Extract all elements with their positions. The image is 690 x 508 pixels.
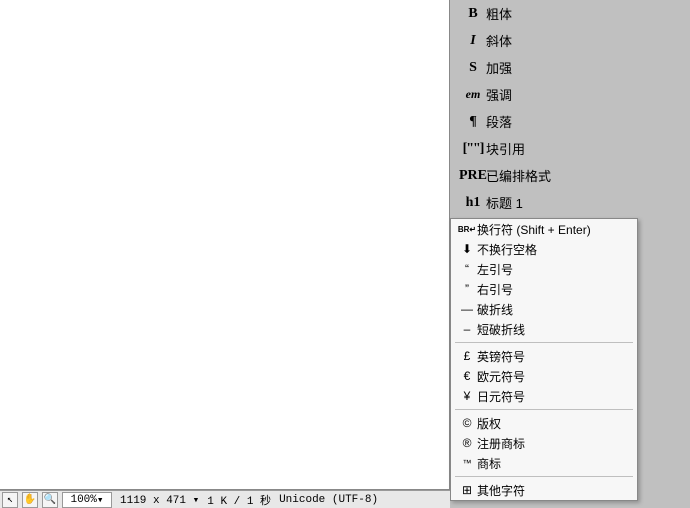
bold-icon: B bbox=[460, 6, 486, 22]
pre-icon: PRE bbox=[460, 168, 486, 184]
menu-separator bbox=[455, 409, 633, 410]
sidebar-item-label: 加强 bbox=[486, 58, 512, 77]
euro-icon: € bbox=[457, 369, 477, 383]
menu-item-emdash[interactable]: — 破折线 bbox=[451, 299, 637, 319]
sidebar-item-paragraph[interactable]: ¶ 段落 bbox=[450, 108, 690, 135]
menu-item-label: 欧元符号 bbox=[477, 368, 525, 385]
menu-item-yen[interactable]: ¥ 日元符号 bbox=[451, 386, 637, 406]
editor-canvas[interactable] bbox=[0, 0, 450, 490]
menu-item-endash[interactable]: – 短破折线 bbox=[451, 319, 637, 339]
menu-item-registered[interactable]: ® 注册商标 bbox=[451, 433, 637, 453]
sidebar-item-preformatted[interactable]: PRE 已编排格式 bbox=[450, 162, 690, 189]
br-icon: BR↵ bbox=[457, 225, 477, 234]
sidebar-item-bold[interactable]: B 粗体 bbox=[450, 0, 690, 27]
pound-icon: £ bbox=[457, 349, 477, 363]
emphasis-icon: em bbox=[460, 87, 486, 102]
italic-icon: I bbox=[460, 33, 486, 49]
sidebar-item-strong[interactable]: S 加强 bbox=[450, 54, 690, 81]
status-encoding: Unicode (UTF-8) bbox=[275, 494, 378, 506]
menu-separator bbox=[455, 476, 633, 477]
menu-item-label: 右引号 bbox=[477, 281, 513, 298]
menu-item-label: 其他字符 bbox=[477, 482, 525, 499]
menu-item-label: 破折线 bbox=[477, 301, 513, 318]
sidebar-item-emphasis[interactable]: em 强调 bbox=[450, 81, 690, 108]
insert-character-menu: BR↵ 换行符 (Shift + Enter) ⬇ 不换行空格 “ 左引号 ” … bbox=[450, 218, 638, 501]
menu-item-pound[interactable]: £ 英镑符号 bbox=[451, 346, 637, 366]
menu-item-label: 版权 bbox=[477, 415, 501, 432]
blockquote-icon: [""] bbox=[460, 141, 486, 157]
left-quote-icon: “ bbox=[457, 262, 477, 276]
menu-separator bbox=[455, 342, 633, 343]
pointer-tool-button[interactable]: ↖ bbox=[2, 492, 18, 508]
h1-icon: h1 bbox=[460, 195, 486, 211]
registered-icon: ® bbox=[457, 436, 477, 450]
menu-item-label: 注册商标 bbox=[477, 435, 525, 452]
sidebar-item-blockquote[interactable]: [""] 块引用 bbox=[450, 135, 690, 162]
status-bar: ↖ ✋ 🔍 100% ▾ 1119 x 471 ▾ 1 K / 1 秒 Unic… bbox=[0, 490, 450, 508]
sidebar-item-label: 段落 bbox=[486, 112, 512, 131]
menu-item-label: 不换行空格 bbox=[477, 241, 537, 258]
menu-item-linebreak[interactable]: BR↵ 换行符 (Shift + Enter) bbox=[451, 219, 637, 239]
menu-item-label: 英镑符号 bbox=[477, 348, 525, 365]
right-quote-icon: ” bbox=[457, 282, 477, 296]
sidebar-item-label: 已编排格式 bbox=[486, 166, 551, 185]
grid-icon: ⊞ bbox=[457, 483, 477, 497]
sidebar-item-label: 粗体 bbox=[486, 4, 512, 23]
sidebar-item-label: 强调 bbox=[486, 85, 512, 104]
sidebar-item-label: 标题 1 bbox=[486, 193, 523, 212]
menu-item-label: 商标 bbox=[477, 455, 501, 472]
status-dimensions: 1119 x 471 ▾ bbox=[116, 493, 199, 507]
menu-item-label: 日元符号 bbox=[477, 388, 525, 405]
trademark-icon: ™ bbox=[457, 458, 477, 468]
menu-item-copyright[interactable]: © 版权 bbox=[451, 413, 637, 433]
zoom-select[interactable]: 100% ▾ bbox=[62, 492, 112, 508]
menu-item-other-chars[interactable]: ⊞ 其他字符 bbox=[451, 480, 637, 500]
sidebar-item-label: 块引用 bbox=[486, 139, 525, 158]
sidebar-item-label: 斜体 bbox=[486, 31, 512, 50]
zoom-tool-button[interactable]: 🔍 bbox=[42, 492, 58, 508]
menu-item-trademark[interactable]: ™ 商标 bbox=[451, 453, 637, 473]
strong-icon: S bbox=[460, 60, 486, 76]
hand-tool-button[interactable]: ✋ bbox=[22, 492, 38, 508]
sidebar-item-heading1[interactable]: h1 标题 1 bbox=[450, 189, 690, 216]
emdash-icon: — bbox=[457, 302, 477, 316]
paragraph-icon: ¶ bbox=[460, 114, 486, 130]
nbsp-icon: ⬇ bbox=[457, 242, 477, 256]
status-size: 1 K / 1 秒 bbox=[203, 492, 271, 508]
menu-item-nbsp[interactable]: ⬇ 不换行空格 bbox=[451, 239, 637, 259]
copyright-icon: © bbox=[457, 416, 477, 430]
sidebar-item-italic[interactable]: I 斜体 bbox=[450, 27, 690, 54]
menu-item-label: 短破折线 bbox=[477, 321, 525, 338]
menu-item-label: 左引号 bbox=[477, 261, 513, 278]
format-sidebar: B 粗体 I 斜体 S 加强 em 强调 ¶ 段落 [""] 块引用 PRE 已… bbox=[450, 0, 690, 218]
menu-item-right-quote[interactable]: ” 右引号 bbox=[451, 279, 637, 299]
endash-icon: – bbox=[457, 322, 477, 336]
menu-item-left-quote[interactable]: “ 左引号 bbox=[451, 259, 637, 279]
yen-icon: ¥ bbox=[457, 389, 477, 403]
menu-item-euro[interactable]: € 欧元符号 bbox=[451, 366, 637, 386]
menu-item-label: 换行符 (Shift + Enter) bbox=[477, 221, 591, 238]
